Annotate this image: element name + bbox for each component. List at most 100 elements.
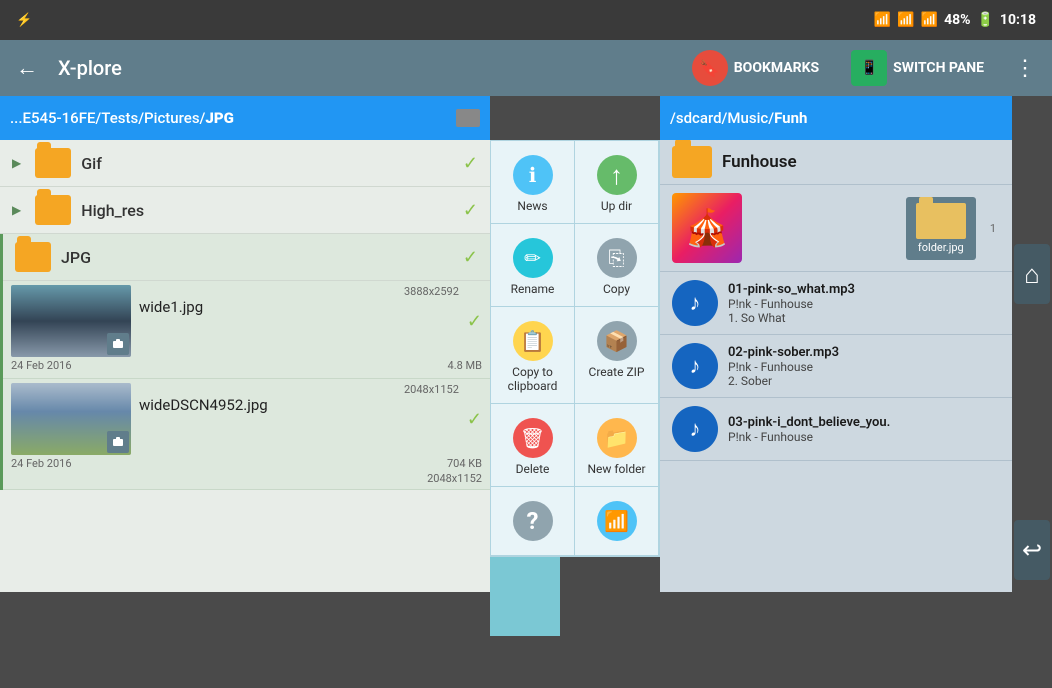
left-path-bar: ...E545-16FE/Tests/Pictures/JPG xyxy=(0,96,490,140)
folder-funhouse-name: Funhouse xyxy=(722,152,797,172)
bluetooth-icon: 📶 xyxy=(874,12,891,28)
folder-image-name: folder.jpg xyxy=(918,241,964,254)
menu-news-icon: ℹ xyxy=(513,155,553,195)
left-pane: ...E545-16FE/Tests/Pictures/JPG ▶ Gif ✓ … xyxy=(0,96,490,592)
menu-zip-label: Create ZIP xyxy=(589,365,645,379)
right-nav: ⌂ ↩ xyxy=(1012,136,1052,688)
left-path-bold: JPG xyxy=(205,109,233,127)
status-bar: ⚡ 📶 📶 📶 48% 🔋 10:18 xyxy=(0,0,1052,40)
menu-item-create-zip[interactable]: 📦 Create ZIP xyxy=(575,307,659,404)
folder-icon-gif xyxy=(35,148,71,178)
menu-item-wifi[interactable]: 📶 xyxy=(575,487,659,556)
wifi-icon: 📶 xyxy=(897,12,914,28)
check-high-res: ✓ xyxy=(463,200,478,221)
image-widedscn-meta: 24 Feb 2016 704 KB xyxy=(11,455,482,472)
thumb-wide1 xyxy=(11,285,131,357)
folder-high-res[interactable]: ▶ High_res ✓ xyxy=(0,187,490,234)
back-nav-button[interactable]: ↩ xyxy=(1014,520,1050,580)
image-widedscn-row: 2048x1152 wideDSCN4952.jpg ✓ xyxy=(11,383,482,455)
menu-item-updir[interactable]: ↑ Up dir xyxy=(575,141,659,224)
menu-item-rename[interactable]: ✏ Rename xyxy=(491,224,575,307)
music-filename-3: 03-pink-i_dont_believe_you. xyxy=(728,415,1000,430)
menu-item-copy-clipboard[interactable]: 📋 Copy to clipboard xyxy=(491,307,575,404)
menu-clipboard-icon: 📋 xyxy=(513,321,553,361)
menu-delete-icon: 🗑 xyxy=(513,418,553,458)
menu-new-folder-icon: 📁 xyxy=(597,418,637,458)
image-widedscn-dim: 2048x1152 xyxy=(139,383,459,396)
image-widedscn-name: wideDSCN4952.jpg xyxy=(139,396,459,414)
right-path-text: /sdcard/Music/Funh xyxy=(670,109,807,127)
right-path-bold: Funh xyxy=(774,109,807,127)
image-widedscn-info: 2048x1152 wideDSCN4952.jpg xyxy=(139,383,459,414)
music-filename-2: 02-pink-sober.mp3 xyxy=(728,345,1000,360)
folder-image-thumb: folder.jpg xyxy=(906,197,976,260)
music-thumb: 🎪 xyxy=(672,193,742,263)
battery-icon: 🔋 xyxy=(976,12,993,28)
expand-arrow-high-res: ▶ xyxy=(12,203,21,217)
menu-wifi-icon: 📶 xyxy=(597,501,637,541)
image-widedscn[interactable]: 2048x1152 wideDSCN4952.jpg ✓ 24 Feb 2016… xyxy=(3,379,490,490)
music-item-2[interactable]: ♪ 02-pink-sober.mp3 P!nk - Funhouse 2. S… xyxy=(660,335,1012,398)
menu-rename-label: Rename xyxy=(511,282,555,296)
music-icon-2: ♪ xyxy=(672,343,718,389)
image-wide1-meta: 24 Feb 2016 4.8 MB xyxy=(11,357,482,374)
folder-name-gif: Gif xyxy=(81,154,453,173)
folder-name-high-res: High_res xyxy=(81,201,453,220)
expand-arrow-gif: ▶ xyxy=(12,156,21,170)
menu-item-copy[interactable]: ⎘ Copy xyxy=(575,224,659,307)
more-options-button[interactable]: ⋮ xyxy=(1006,52,1044,85)
back-button[interactable]: ← xyxy=(8,51,46,85)
folder-jpg[interactable]: JPG ✓ xyxy=(3,234,490,281)
music-item-1[interactable]: ♪ 01-pink-so_what.mp3 P!nk - Funhouse 1.… xyxy=(660,272,1012,335)
battery-text: 48% xyxy=(944,12,970,28)
music-artist-3: P!nk - Funhouse xyxy=(728,430,1000,444)
left-path-text: ...E545-16FE/Tests/Pictures/JPG xyxy=(10,109,450,127)
home-button[interactable]: ⌂ xyxy=(1014,244,1050,304)
sd-card-icon xyxy=(456,109,480,127)
switch-pane-button[interactable]: 📱 SWITCH PANE xyxy=(841,44,994,92)
menu-new-folder-label: New folder xyxy=(587,462,645,476)
menu-rename-icon: ✏ xyxy=(513,238,553,278)
music-item-3[interactable]: ♪ 03-pink-i_dont_believe_you. P!nk - Fun… xyxy=(660,398,1012,461)
time-text: 10:18 xyxy=(1000,12,1036,28)
image-wide1-size: 4.8 MB xyxy=(448,359,482,372)
menu-item-news[interactable]: ℹ News xyxy=(491,141,575,224)
menu-zip-icon: 📦 xyxy=(597,321,637,361)
switch-pane-icon: 📱 xyxy=(851,50,887,86)
bookmark-icon: 🔖 xyxy=(692,50,728,86)
app-bar: ← X-plore 🔖 BOOKMARKS 📱 SWITCH PANE ⋮ xyxy=(0,40,1052,96)
music-filename-1: 01-pink-so_what.mp3 xyxy=(728,282,1000,297)
image-wide1[interactable]: 3888x2592 wide1.jpg ✓ 24 Feb 2016 4.8 MB xyxy=(3,281,490,379)
music-track-1: 1. So What xyxy=(728,311,1000,325)
status-left: ⚡ xyxy=(16,13,32,28)
menu-delete-label: Delete xyxy=(516,462,550,476)
image-widedscn-size: 704 KB xyxy=(447,457,482,470)
menu-help-icon: ? xyxy=(513,501,553,541)
left-file-list: ▶ Gif ✓ ▶ High_res ✓ JPG ✓ xyxy=(0,140,490,592)
bookmarks-button[interactable]: 🔖 BOOKMARKS xyxy=(682,44,829,92)
menu-item-delete[interactable]: 🗑 Delete xyxy=(491,404,575,487)
right-pane: /sdcard/Music/Funh Funhouse 🎪 folder.jpg xyxy=(660,96,1012,592)
thumb-widedscn xyxy=(11,383,131,455)
bookmarks-label: BOOKMARKS xyxy=(734,60,819,76)
menu-item-new-folder[interactable]: 📁 New folder xyxy=(575,404,659,487)
usb-icon: ⚡ xyxy=(16,13,32,28)
left-path-prefix: ...E545-16FE/Tests/Pictures/ xyxy=(10,109,205,127)
main-content: ...E545-16FE/Tests/Pictures/JPG ▶ Gif ✓ … xyxy=(0,96,1052,592)
image-wide1-row: 3888x2592 wide1.jpg ✓ xyxy=(11,285,482,357)
folder-funhouse[interactable]: Funhouse xyxy=(660,140,1012,185)
folder-icon-high-res xyxy=(35,195,71,225)
music-track-2: 2. Sober xyxy=(728,374,1000,388)
menu-copy-label: Copy xyxy=(603,282,630,296)
image-widedscn-date: 24 Feb 2016 xyxy=(11,457,72,470)
folder-gif[interactable]: ▶ Gif ✓ xyxy=(0,140,490,187)
thumb-overlay-wide1 xyxy=(107,333,129,355)
menu-copy-icon: ⎘ xyxy=(597,238,637,278)
music-artist-1: P!nk - Funhouse xyxy=(728,297,1000,311)
status-right: 📶 📶 📶 48% 🔋 10:18 xyxy=(874,12,1036,28)
context-menu: ℹ News ↑ Up dir ✏ Rename ⎘ Copy 📋 Copy t… xyxy=(490,140,660,557)
folder-icon-funhouse xyxy=(672,146,712,178)
music-icon-3: ♪ xyxy=(672,406,718,452)
folder-name-jpg: JPG xyxy=(61,248,453,267)
menu-item-help[interactable]: ? xyxy=(491,487,575,556)
